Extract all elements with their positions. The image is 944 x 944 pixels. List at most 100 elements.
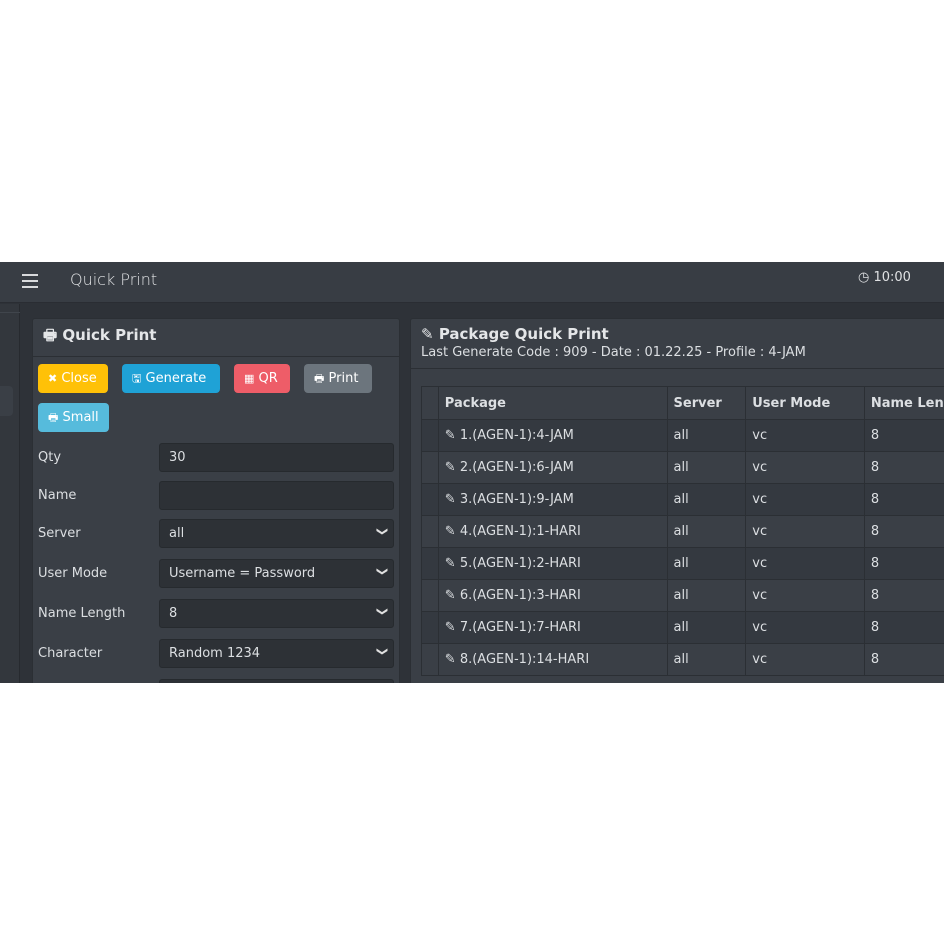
package-cell[interactable]: ✎ 2.(AGEN-1):6-JAM (437, 451, 668, 484)
column-header[interactable]: User Mode (745, 386, 865, 420)
print-button[interactable]: 🖶 Print (304, 364, 372, 393)
clock: ◷ 10:00 (858, 270, 911, 285)
close-button[interactable]: ✖ Close (38, 364, 108, 393)
edit-icon[interactable]: ✎ (445, 460, 456, 475)
field-value: 30 (169, 450, 186, 465)
row-selector (421, 419, 439, 452)
table-cell: all (666, 483, 747, 516)
qty-input[interactable]: 30 (159, 443, 394, 472)
table-cell: 8 (863, 643, 944, 676)
table-row: ✎ 7.(AGEN-1):7-HARI all vc 8 (421, 611, 944, 644)
package-name: 5.(AGEN-1):2-HARI (459, 556, 581, 571)
form-row: Name Length 8 ❯ (38, 599, 394, 629)
table-cell: vc (745, 579, 865, 612)
form-row: User Mode Username = Password ❯ (38, 559, 394, 589)
button-label: Generate (145, 371, 207, 386)
package-cell[interactable]: ✎ 7.(AGEN-1):7-HARI (437, 611, 668, 644)
field-value: Random 1234 (169, 646, 261, 661)
top-navbar: Quick Print ◷ 10:00 (0, 262, 944, 303)
field-label: Name (38, 488, 77, 503)
form-row: Server all ❯ (38, 519, 394, 549)
package-name: 3.(AGEN-1):9-JAM (459, 492, 574, 507)
table-row: ✎ 5.(AGEN-1):2-HARI all vc 8 (421, 547, 944, 580)
edit-icon[interactable]: ✎ (445, 620, 456, 635)
row-selector (421, 611, 439, 644)
qr-button[interactable]: ▦ QR (234, 364, 290, 393)
edit-icon[interactable]: ✎ (445, 428, 456, 443)
package-cell[interactable]: ✎ 1.(AGEN-1):4-JAM (437, 419, 668, 452)
column-header[interactable]: Name Length (863, 386, 944, 420)
table-cell: all (666, 515, 747, 548)
package-cell[interactable]: ✎ 3.(AGEN-1):9-JAM (437, 483, 668, 516)
small-button[interactable]: 🖶 Small (38, 403, 109, 432)
package-name: 4.(AGEN-1):1-HARI (459, 524, 581, 539)
button-label: Print (328, 371, 359, 386)
edit-icon[interactable]: ✎ (445, 652, 456, 667)
app-window: Quick Print ◷ 10:00 🖶 Quick Print ✖ Clos… (0, 262, 944, 683)
name-length-select[interactable]: 8 ❯ (159, 599, 394, 628)
next-field[interactable] (159, 679, 394, 683)
edit-icon[interactable]: ✎ (445, 492, 456, 507)
field-value: all (169, 526, 185, 541)
table-cell: 8 (863, 419, 944, 452)
server-select[interactable]: all ❯ (159, 519, 394, 548)
table-cell: all (666, 643, 747, 676)
table-cell: vc (745, 483, 865, 516)
row-selector (421, 643, 439, 676)
character-select[interactable]: Random 1234 ❯ (159, 639, 394, 668)
row-selector (421, 451, 439, 484)
field-label: Qty (38, 450, 62, 465)
table-cell: vc (745, 611, 865, 644)
row-selector (421, 483, 439, 516)
edit-icon[interactable]: ✎ (445, 556, 456, 571)
package-cell[interactable]: ✎ 5.(AGEN-1):2-HARI (437, 547, 668, 580)
package-cell[interactable]: ✎ 6.(AGEN-1):3-HARI (437, 579, 668, 612)
table-cell: all (666, 419, 747, 452)
form-row: Name (38, 481, 394, 511)
close-icon: ✖ (48, 372, 58, 385)
table-cell: vc (745, 547, 865, 580)
table-row: ✎ 6.(AGEN-1):3-HARI all vc 8 (421, 579, 944, 612)
field-label: Name Length (38, 606, 126, 621)
package-table: PackageServerUser ModeName Length ✎ 1.(A… (421, 386, 944, 676)
table-cell: 8 (863, 451, 944, 484)
column-header[interactable]: Server (666, 386, 747, 420)
field-value: 8 (169, 606, 178, 621)
sidebar-item[interactable] (0, 386, 13, 416)
user-mode-select[interactable]: Username = Password ❯ (159, 559, 394, 588)
field-label: User Mode (38, 566, 108, 581)
printer-icon: 🖶 (43, 326, 58, 344)
row-selector (421, 547, 439, 580)
table-row: ✎ 4.(AGEN-1):1-HARI all vc 8 (421, 515, 944, 548)
edit-icon[interactable]: ✎ (445, 588, 456, 603)
column-header[interactable]: Package (437, 386, 668, 420)
printer-icon: 🖶 (314, 372, 325, 385)
card-title: Quick Print (62, 326, 157, 344)
button-label: Small (62, 410, 99, 425)
generate-button[interactable]: 🖫 Generate (122, 364, 220, 393)
last-generate-info: Last Generate Code : 909 - Date : 01.22.… (411, 345, 944, 369)
table-row: ✎ 1.(AGEN-1):4-JAM all vc 8 (421, 419, 944, 452)
table-cell: 8 (863, 547, 944, 580)
table-cell: all (666, 547, 747, 580)
table-cell: vc (745, 643, 865, 676)
package-name: 2.(AGEN-1):6-JAM (459, 460, 574, 475)
package-name: 1.(AGEN-1):4-JAM (459, 428, 574, 443)
name-input[interactable] (159, 481, 394, 510)
table-cell: all (666, 451, 747, 484)
table-cell: 8 (863, 515, 944, 548)
menu-toggle-icon[interactable] (22, 274, 38, 288)
table-row: ✎ 2.(AGEN-1):6-JAM all vc 8 (421, 451, 944, 484)
field-label: Server (38, 526, 81, 541)
edit-icon[interactable]: ✎ (445, 524, 456, 539)
printer-icon: 🖶 (48, 411, 59, 424)
package-name: 8.(AGEN-1):14-HARI (459, 652, 590, 667)
column-header[interactable] (421, 386, 439, 420)
package-name: 6.(AGEN-1):3-HARI (459, 588, 581, 603)
table-row: ✎ 3.(AGEN-1):9-JAM all vc 8 (421, 483, 944, 516)
table-cell: vc (745, 419, 865, 452)
package-cell[interactable]: ✎ 4.(AGEN-1):1-HARI (437, 515, 668, 548)
table-cell: 8 (863, 483, 944, 516)
package-cell[interactable]: ✎ 8.(AGEN-1):14-HARI (437, 643, 668, 676)
table-cell: all (666, 611, 747, 644)
